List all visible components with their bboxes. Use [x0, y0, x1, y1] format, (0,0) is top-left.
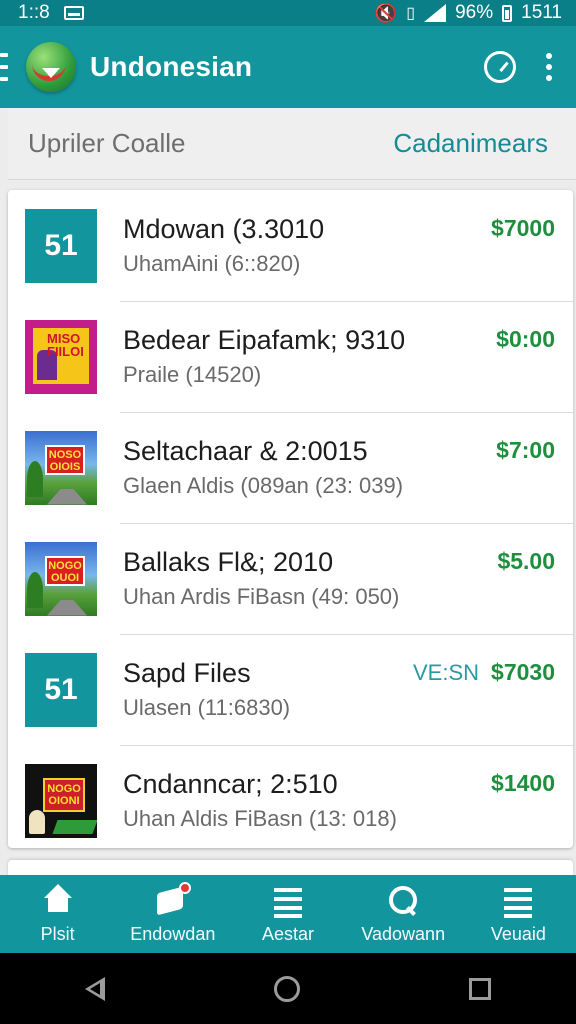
- status-time: 1::8: [18, 2, 50, 23]
- thumbnail-label: MISO FIILOI: [47, 330, 84, 359]
- nav-label: Vadowann: [361, 923, 446, 944]
- item-thumbnail: 51: [25, 208, 97, 283]
- menu-icon: [500, 884, 536, 918]
- item-title: Bedear Eipafamk; 9310: [123, 325, 406, 355]
- thumbnail-label: NOSO OIOIS: [45, 444, 85, 475]
- nav-label: Endowdan: [130, 923, 216, 944]
- nav-label: Aestar: [261, 923, 315, 944]
- item-subtitle: UhamAini (6::820): [123, 251, 301, 276]
- app-title: Undonesian: [90, 51, 253, 82]
- thumbnail-label: NOGO OUOI: [45, 555, 85, 586]
- nav-item-list[interactable]: Aestar: [230, 875, 345, 953]
- status-bar: 1::8 🔇 ▯ 96% 1511: [0, 0, 576, 26]
- list-item[interactable]: MISO FIILOI Bedear Eipafamk; 9310 Praile…: [8, 301, 573, 412]
- back-icon[interactable]: [84, 976, 105, 1001]
- bottom-navigation: Plsit Endowdan Aestar Vadowann Veuaid: [0, 875, 576, 953]
- list-icon: [270, 884, 306, 918]
- recent-apps-icon[interactable]: [469, 977, 492, 1000]
- list-item[interactable]: NOGO OIONI Cndanncar; 2:510 Uhan Aldis F…: [8, 745, 573, 848]
- nav-item-messages[interactable]: Endowdan: [115, 875, 230, 953]
- item-subtitle: Uhan Aldis FiBasn (13: 018): [123, 806, 397, 831]
- list-item[interactable]: NOSO OIOIS Seltachaar & 2:0015 Glaen Ald…: [8, 412, 573, 523]
- item-thumbnail: NOGO OUOI: [25, 541, 97, 616]
- item-thumbnail: 51: [25, 652, 97, 727]
- item-thumbnail: NOGO OIONI: [25, 763, 97, 838]
- item-title: Ballaks Fl&; 2010: [123, 547, 334, 577]
- header-left-label[interactable]: Upriler Coalle: [28, 128, 186, 159]
- battery-percent: 96%: [455, 2, 494, 23]
- app-bar: Undonesian: [0, 26, 576, 108]
- status-clock: 1511: [521, 2, 562, 23]
- list-item[interactable]: 51 Sapd Files Ulasen (11:6830) VE:SN $70…: [8, 634, 573, 745]
- list-item[interactable]: 51 Mdowan (3.3010 UhamAini (6::820) $700…: [8, 190, 573, 301]
- vibrate-icon: ▯: [406, 5, 416, 22]
- item-price: $5.00: [497, 548, 555, 574]
- image-notification-icon: [63, 6, 84, 20]
- item-price: $7:00: [496, 437, 555, 463]
- nav-label: Plsit: [40, 923, 75, 944]
- nav-label: Veuaid: [490, 923, 546, 944]
- item-title: Mdowan (3.3010: [123, 214, 325, 244]
- chat-icon: [155, 881, 191, 918]
- item-price: $1400: [491, 770, 555, 796]
- nav-item-menu[interactable]: Veuaid: [461, 875, 576, 953]
- app-logo: [26, 42, 76, 92]
- nav-item-search[interactable]: Vadowann: [346, 875, 461, 953]
- thumbnail-label: NOGO OIONI: [43, 777, 85, 812]
- signal-icon: [424, 4, 447, 22]
- notification-badge: [178, 881, 191, 894]
- header-right-link[interactable]: Cadanimears: [393, 128, 548, 159]
- item-thumbnail: MISO FIILOI: [25, 319, 97, 394]
- item-subtitle: Uhan Ardis FiBasn (49: 050): [123, 584, 400, 609]
- search-icon: [385, 884, 421, 918]
- item-subtitle: Ulasen (11:6830): [123, 695, 291, 720]
- history-icon[interactable]: [484, 51, 516, 83]
- item-subtitle: Glaen Aldis (089an (23: 039): [123, 473, 404, 498]
- overflow-menu-icon[interactable]: [544, 53, 554, 81]
- item-price: $7000: [491, 215, 555, 241]
- item-title: Cndanncar; 2:510: [123, 769, 338, 799]
- item-version-tag: VE:SN: [413, 659, 480, 685]
- item-thumbnail: NOSO OIOIS: [25, 430, 97, 505]
- list-item[interactable]: NOGO OUOI Ballaks Fl&; 2010 Uhan Ardis F…: [8, 523, 573, 634]
- item-title: Sapd Files: [123, 658, 251, 688]
- item-title: Seltachaar & 2:0015: [123, 436, 368, 466]
- thumbnail-logo-icon: 51: [44, 228, 78, 262]
- nav-item-home[interactable]: Plsit: [0, 875, 115, 953]
- item-price: $7030: [491, 659, 555, 685]
- battery-icon: [502, 4, 513, 22]
- item-list: 51 Mdowan (3.3010 UhamAini (6::820) $700…: [8, 190, 573, 848]
- drawer-menu-icon[interactable]: [0, 53, 8, 81]
- list-header: Upriler Coalle Cadanimears: [8, 108, 576, 180]
- thumbnail-logo-icon: 51: [44, 672, 78, 706]
- system-navigation-bar: [0, 953, 576, 1024]
- item-subtitle: Praile (14520): [123, 362, 262, 387]
- mute-icon: 🔇: [374, 2, 398, 23]
- home-circle-icon[interactable]: [273, 975, 300, 1002]
- home-icon: [40, 883, 76, 918]
- item-price: $0:00: [496, 326, 555, 352]
